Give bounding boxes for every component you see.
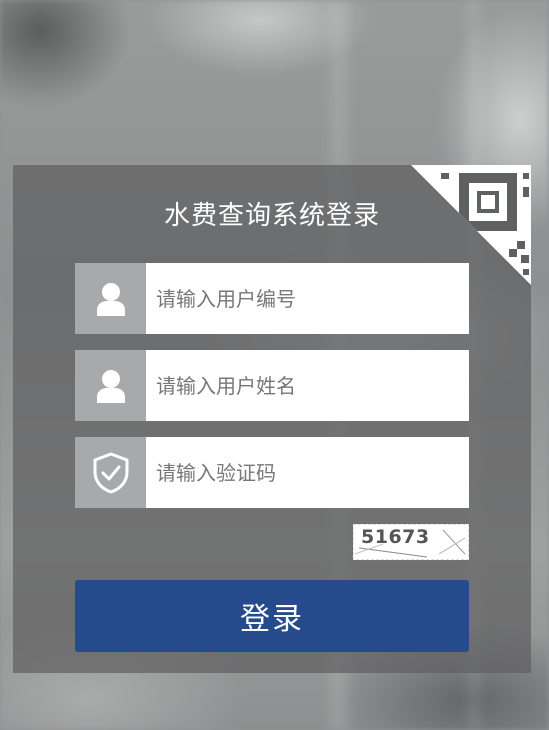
captcha-image[interactable]: 51673 xyxy=(353,524,469,560)
shield-icon-box xyxy=(75,437,146,508)
user-icon-box xyxy=(75,350,146,421)
user-icon xyxy=(96,369,125,403)
captcha-text: 51673 xyxy=(361,526,430,548)
login-button[interactable]: 登录 xyxy=(75,580,469,652)
captcha-field xyxy=(75,437,469,508)
login-panel: 水费查询系统登录 请输入用户编号 请输入用户姓名 请输入验证码 51673 登录 xyxy=(13,165,531,673)
user-name-field xyxy=(75,350,469,421)
user-number-field xyxy=(75,263,469,334)
user-name-input[interactable] xyxy=(146,350,469,421)
user-icon-box xyxy=(75,263,146,334)
user-icon xyxy=(96,282,125,316)
login-title: 水费查询系统登录 xyxy=(163,201,380,231)
shield-check-icon xyxy=(93,452,128,493)
captcha-input[interactable] xyxy=(146,437,469,508)
user-number-input[interactable] xyxy=(146,263,469,334)
